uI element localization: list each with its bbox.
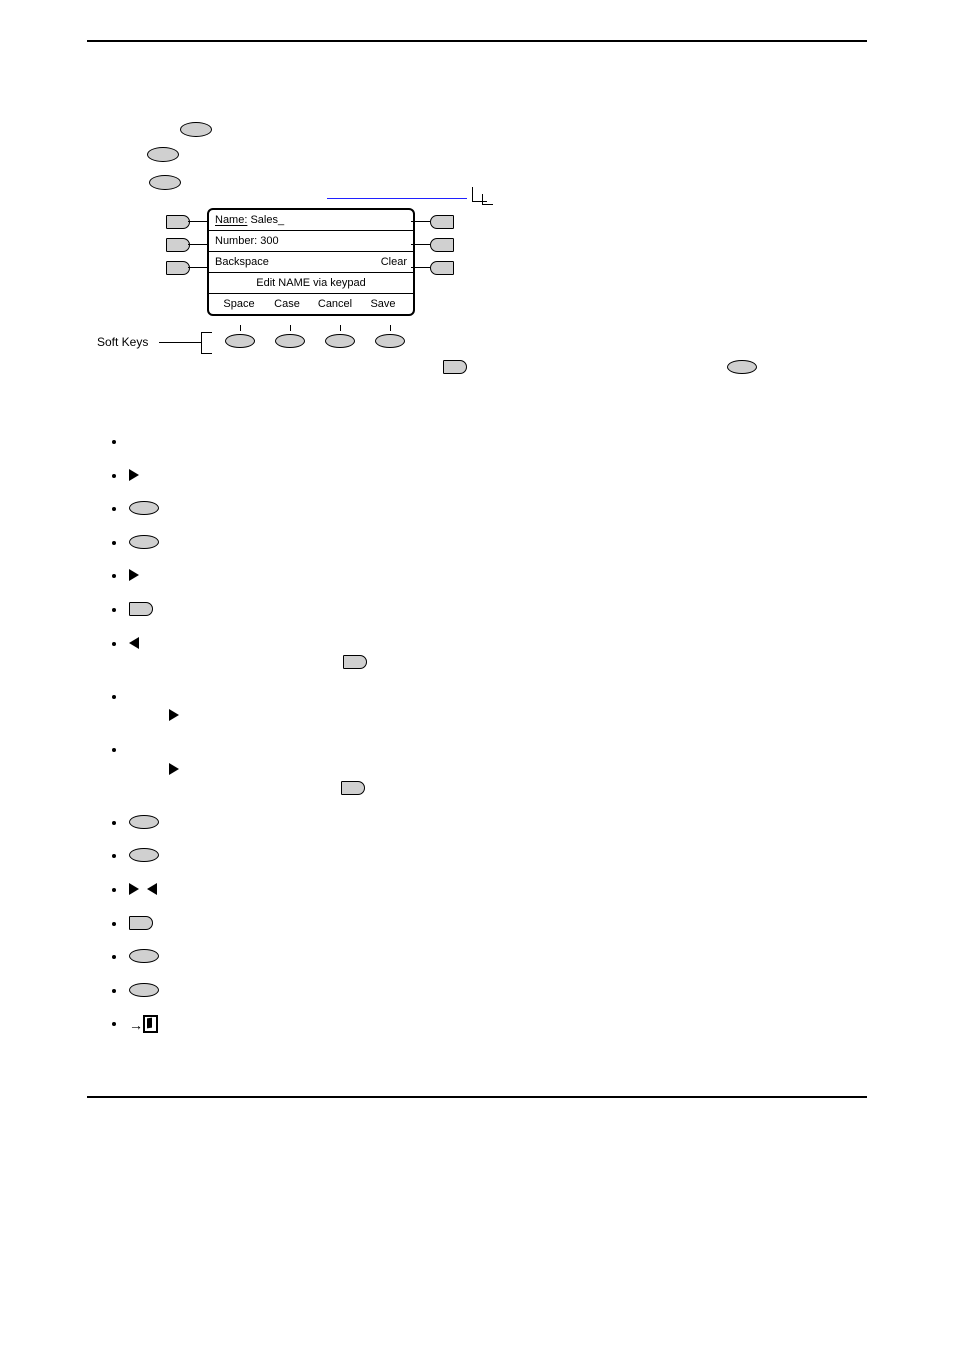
instruction-item: → (127, 1014, 867, 1036)
instruction-item (127, 533, 867, 553)
instruction-item (127, 634, 867, 673)
instruction-item (127, 813, 867, 833)
lcd-name-value: Sales_ (250, 214, 284, 226)
nav-right-icon (169, 763, 179, 775)
lcd-row-name: Name: Sales_ (209, 210, 413, 231)
lcd-sk-space: Space (215, 297, 263, 311)
instruction-item (127, 846, 867, 866)
nav-left-icon (129, 637, 139, 649)
line-l2 (188, 244, 207, 245)
exit-icon: → (129, 1015, 158, 1036)
nav-right-icon (129, 569, 139, 581)
nav-right-icon (169, 709, 179, 721)
nav-right-icon (129, 469, 139, 481)
instruction-item (127, 740, 867, 799)
lcd-sk-save: Save (359, 297, 407, 311)
oval-key-icon (129, 535, 159, 549)
instruction-item (127, 499, 867, 519)
lcd-row-number: Number: 300 (209, 231, 413, 252)
softkeys-label: Soft Keys (97, 335, 148, 349)
softkeys-bracket-icon (201, 332, 212, 354)
right-key-2-icon (430, 238, 454, 252)
softkey-2-icon (275, 334, 305, 348)
sk-tick-2 (290, 325, 291, 331)
oval-key-icon (129, 815, 159, 829)
extra-key-br-icon (727, 360, 757, 374)
softkeys-leader-line (159, 342, 201, 343)
oval-key-icon (129, 949, 159, 963)
d-key-icon (341, 781, 365, 795)
lcd-prompt: Edit NAME via keypad (256, 276, 365, 290)
left-key-3-icon (166, 261, 190, 275)
instruction-item (127, 981, 867, 1001)
softkey-4-icon (375, 334, 405, 348)
oval-key-icon (129, 983, 159, 997)
lcd-number-label: Number: (215, 235, 257, 247)
d-key-icon (129, 602, 153, 616)
lcd-row-bkspclear: Backspace Clear (209, 252, 413, 273)
sk-tick-1 (240, 325, 241, 331)
hint-angle2-icon (482, 194, 493, 205)
top-rule (87, 40, 867, 42)
left-key-2-icon (166, 238, 190, 252)
nav-right-icon (129, 883, 139, 895)
line-r1 (411, 221, 430, 222)
oval-key-icon (129, 501, 159, 515)
line-l3 (188, 267, 207, 268)
hint-line-icon (327, 198, 467, 199)
softkey-3-icon (325, 334, 355, 348)
sk-tick-3 (340, 325, 341, 331)
nav-left-icon (147, 883, 157, 895)
sk-tick-4 (390, 325, 391, 331)
instruction-item (127, 914, 867, 934)
lcd-name-label: Name: (215, 214, 247, 226)
instruction-item (127, 566, 867, 586)
right-key-3-icon (430, 261, 454, 275)
top-key-1-icon (180, 122, 212, 137)
bottom-rule (87, 1096, 867, 1098)
lcd-row-prompt: Edit NAME via keypad (209, 273, 413, 294)
lcd-backspace: Backspace (215, 255, 269, 269)
instruction-item (127, 432, 867, 452)
oval-key-icon (129, 848, 159, 862)
right-key-1-icon (430, 215, 454, 229)
top-key-2-icon (147, 147, 179, 162)
left-key-1-icon (166, 215, 190, 229)
line-r2 (411, 244, 430, 245)
instruction-item (127, 687, 867, 726)
lcd-clear: Clear (381, 255, 407, 269)
top-key-3-icon (149, 175, 181, 190)
instruction-item (127, 880, 867, 900)
instruction-list: → (87, 432, 867, 1036)
lcd-sk-case: Case (263, 297, 311, 311)
extra-key-bl-icon (443, 360, 467, 374)
lcd-number-value: 300 (260, 235, 278, 247)
line-r3 (411, 267, 430, 268)
lcd-display: Name: Sales_ Number: 300 Backspace Clear… (207, 208, 415, 316)
line-l1 (188, 221, 207, 222)
d-key-icon (129, 916, 153, 930)
lcd-row-softkeys: Space Case Cancel Save (209, 294, 413, 314)
instruction-item (127, 600, 867, 620)
softkey-1-icon (225, 334, 255, 348)
phone-figure: Name: Sales_ Number: 300 Backspace Clear… (97, 102, 817, 402)
lcd-sk-cancel: Cancel (311, 297, 359, 311)
instruction-item (127, 947, 867, 967)
d-key-icon (343, 655, 367, 669)
instruction-item (127, 466, 867, 486)
